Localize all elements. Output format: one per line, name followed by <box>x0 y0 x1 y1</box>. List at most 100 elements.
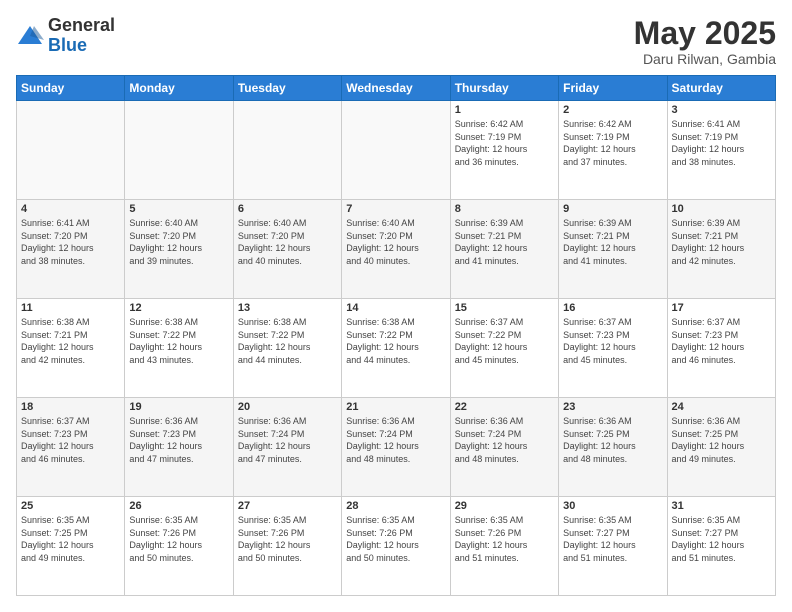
calendar-day-cell: 30 Sunrise: 6:35 AM Sunset: 7:27 PM Dayli… <box>559 497 667 596</box>
calendar-day-cell: 1 Sunrise: 6:42 AM Sunset: 7:19 PM Daylig… <box>450 101 558 200</box>
page: General Blue May 2025 Daru Rilwan, Gambi… <box>0 0 792 612</box>
logo-general: General <box>48 16 115 36</box>
day-info: Sunrise: 6:41 AM Sunset: 7:19 PM Dayligh… <box>672 118 771 168</box>
day-number: 11 <box>21 302 120 314</box>
day-number: 21 <box>346 401 445 413</box>
day-number: 8 <box>455 203 554 215</box>
calendar-day-cell: 29 Sunrise: 6:35 AM Sunset: 7:26 PM Dayli… <box>450 497 558 596</box>
day-info: Sunrise: 6:38 AM Sunset: 7:22 PM Dayligh… <box>346 316 445 366</box>
day-number: 12 <box>129 302 228 314</box>
day-number: 26 <box>129 500 228 512</box>
calendar-day-header: Monday <box>125 76 233 101</box>
logo: General Blue <box>16 16 115 56</box>
day-number: 16 <box>563 302 662 314</box>
day-info: Sunrise: 6:39 AM Sunset: 7:21 PM Dayligh… <box>672 217 771 267</box>
day-number: 29 <box>455 500 554 512</box>
day-number: 2 <box>563 104 662 116</box>
day-info: Sunrise: 6:36 AM Sunset: 7:24 PM Dayligh… <box>455 415 554 465</box>
calendar-day-header: Saturday <box>667 76 775 101</box>
calendar-week-row: 1 Sunrise: 6:42 AM Sunset: 7:19 PM Daylig… <box>17 101 776 200</box>
day-info: Sunrise: 6:38 AM Sunset: 7:21 PM Dayligh… <box>21 316 120 366</box>
title-block: May 2025 Daru Rilwan, Gambia <box>634 16 776 67</box>
calendar-day-header: Tuesday <box>233 76 341 101</box>
day-number: 24 <box>672 401 771 413</box>
calendar-day-cell: 14Sunrise: 6:38 AM Sunset: 7:22 PM Dayli… <box>342 299 450 398</box>
calendar-day-cell <box>17 101 125 200</box>
day-number: 7 <box>346 203 445 215</box>
day-info: Sunrise: 6:42 AM Sunset: 7:19 PM Dayligh… <box>563 118 662 168</box>
day-info: Sunrise: 6:40 AM Sunset: 7:20 PM Dayligh… <box>238 217 337 267</box>
day-number: 5 <box>129 203 228 215</box>
calendar-day-cell: 28 Sunrise: 6:35 AM Sunset: 7:26 PM Dayli… <box>342 497 450 596</box>
day-info: Sunrise: 6:36 AM Sunset: 7:23 PM Dayligh… <box>129 415 228 465</box>
calendar-day-cell: 13 Sunrise: 6:38 AM Sunset: 7:22 PM Dayli… <box>233 299 341 398</box>
calendar-day-header: Thursday <box>450 76 558 101</box>
calendar: SundayMondayTuesdayWednesdayThursdayFrid… <box>16 75 776 596</box>
day-info: Sunrise: 6:37 AM Sunset: 7:23 PM Dayligh… <box>563 316 662 366</box>
calendar-week-row: 25Sunrise: 6:35 AM Sunset: 7:25 PM Dayli… <box>17 497 776 596</box>
day-info: Sunrise: 6:39 AM Sunset: 7:21 PM Dayligh… <box>455 217 554 267</box>
day-number: 22 <box>455 401 554 413</box>
day-number: 27 <box>238 500 337 512</box>
calendar-day-cell: 23Sunrise: 6:36 AM Sunset: 7:25 PM Dayli… <box>559 398 667 497</box>
day-number: 31 <box>672 500 771 512</box>
day-info: Sunrise: 6:35 AM Sunset: 7:27 PM Dayligh… <box>563 514 662 564</box>
calendar-day-cell: 8 Sunrise: 6:39 AM Sunset: 7:21 PM Daylig… <box>450 200 558 299</box>
day-info: Sunrise: 6:35 AM Sunset: 7:26 PM Dayligh… <box>346 514 445 564</box>
day-number: 17 <box>672 302 771 314</box>
day-info: Sunrise: 6:37 AM Sunset: 7:23 PM Dayligh… <box>21 415 120 465</box>
calendar-day-cell: 24Sunrise: 6:36 AM Sunset: 7:25 PM Dayli… <box>667 398 775 497</box>
calendar-day-cell: 4Sunrise: 6:41 AM Sunset: 7:20 PM Daylig… <box>17 200 125 299</box>
calendar-day-cell: 9Sunrise: 6:39 AM Sunset: 7:21 PM Daylig… <box>559 200 667 299</box>
calendar-day-cell: 10 Sunrise: 6:39 AM Sunset: 7:21 PM Dayli… <box>667 200 775 299</box>
logo-icon <box>16 22 44 50</box>
day-info: Sunrise: 6:35 AM Sunset: 7:25 PM Dayligh… <box>21 514 120 564</box>
calendar-day-cell: 25Sunrise: 6:35 AM Sunset: 7:25 PM Dayli… <box>17 497 125 596</box>
day-info: Sunrise: 6:35 AM Sunset: 7:26 PM Dayligh… <box>455 514 554 564</box>
location-subtitle: Daru Rilwan, Gambia <box>634 51 776 67</box>
calendar-day-cell: 11 Sunrise: 6:38 AM Sunset: 7:21 PM Dayli… <box>17 299 125 398</box>
logo-text: General Blue <box>48 16 115 56</box>
day-number: 3 <box>672 104 771 116</box>
day-number: 13 <box>238 302 337 314</box>
calendar-day-cell: 12 Sunrise: 6:38 AM Sunset: 7:22 PM Dayli… <box>125 299 233 398</box>
day-info: Sunrise: 6:42 AM Sunset: 7:19 PM Dayligh… <box>455 118 554 168</box>
day-info: Sunrise: 6:39 AM Sunset: 7:21 PM Dayligh… <box>563 217 662 267</box>
calendar-header-row: SundayMondayTuesdayWednesdayThursdayFrid… <box>17 76 776 101</box>
calendar-day-cell: 26 Sunrise: 6:35 AM Sunset: 7:26 PM Dayli… <box>125 497 233 596</box>
logo-blue: Blue <box>48 36 115 56</box>
calendar-day-cell: 2 Sunrise: 6:42 AM Sunset: 7:19 PM Daylig… <box>559 101 667 200</box>
calendar-week-row: 18Sunrise: 6:37 AM Sunset: 7:23 PM Dayli… <box>17 398 776 497</box>
day-number: 19 <box>129 401 228 413</box>
day-number: 28 <box>346 500 445 512</box>
calendar-day-cell: 18Sunrise: 6:37 AM Sunset: 7:23 PM Dayli… <box>17 398 125 497</box>
day-info: Sunrise: 6:35 AM Sunset: 7:26 PM Dayligh… <box>238 514 337 564</box>
day-info: Sunrise: 6:38 AM Sunset: 7:22 PM Dayligh… <box>129 316 228 366</box>
calendar-day-cell: 27 Sunrise: 6:35 AM Sunset: 7:26 PM Dayli… <box>233 497 341 596</box>
calendar-day-header: Friday <box>559 76 667 101</box>
day-info: Sunrise: 6:37 AM Sunset: 7:23 PM Dayligh… <box>672 316 771 366</box>
day-info: Sunrise: 6:41 AM Sunset: 7:20 PM Dayligh… <box>21 217 120 267</box>
day-number: 1 <box>455 104 554 116</box>
month-title: May 2025 <box>634 16 776 51</box>
day-number: 23 <box>563 401 662 413</box>
day-number: 20 <box>238 401 337 413</box>
day-info: Sunrise: 6:40 AM Sunset: 7:20 PM Dayligh… <box>129 217 228 267</box>
calendar-day-cell: 7 Sunrise: 6:40 AM Sunset: 7:20 PM Daylig… <box>342 200 450 299</box>
day-info: Sunrise: 6:36 AM Sunset: 7:24 PM Dayligh… <box>346 415 445 465</box>
day-info: Sunrise: 6:40 AM Sunset: 7:20 PM Dayligh… <box>346 217 445 267</box>
calendar-day-cell <box>233 101 341 200</box>
calendar-day-cell: 5 Sunrise: 6:40 AM Sunset: 7:20 PM Daylig… <box>125 200 233 299</box>
day-info: Sunrise: 6:35 AM Sunset: 7:26 PM Dayligh… <box>129 514 228 564</box>
day-info: Sunrise: 6:35 AM Sunset: 7:27 PM Dayligh… <box>672 514 771 564</box>
day-info: Sunrise: 6:38 AM Sunset: 7:22 PM Dayligh… <box>238 316 337 366</box>
calendar-day-cell: 6Sunrise: 6:40 AM Sunset: 7:20 PM Daylig… <box>233 200 341 299</box>
calendar-day-cell: 16 Sunrise: 6:37 AM Sunset: 7:23 PM Dayli… <box>559 299 667 398</box>
calendar-day-cell: 17 Sunrise: 6:37 AM Sunset: 7:23 PM Dayli… <box>667 299 775 398</box>
calendar-day-header: Wednesday <box>342 76 450 101</box>
day-number: 10 <box>672 203 771 215</box>
calendar-day-cell: 3 Sunrise: 6:41 AM Sunset: 7:19 PM Daylig… <box>667 101 775 200</box>
day-number: 30 <box>563 500 662 512</box>
calendar-day-cell <box>125 101 233 200</box>
calendar-day-cell: 20Sunrise: 6:36 AM Sunset: 7:24 PM Dayli… <box>233 398 341 497</box>
